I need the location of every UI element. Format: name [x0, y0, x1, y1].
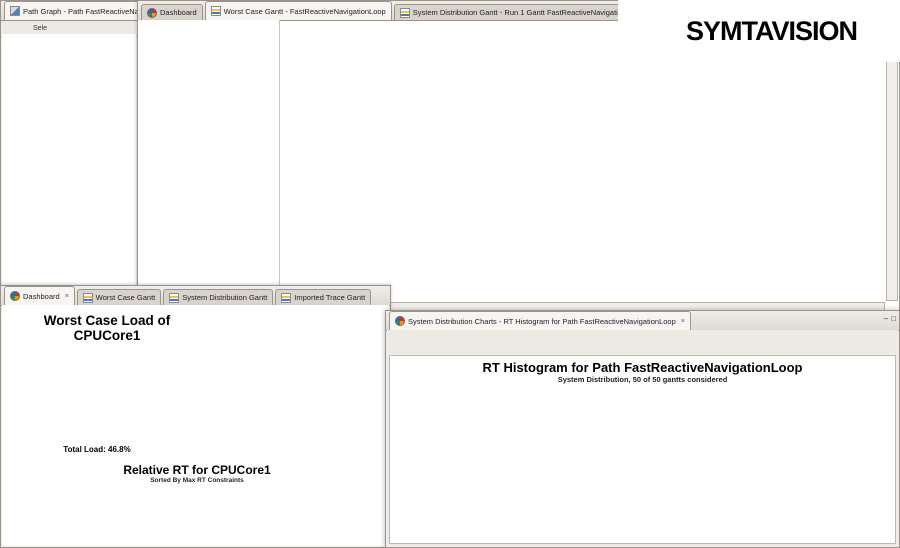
bar-chart-title: Relative RT for CPUCore1: [2, 463, 389, 477]
graph-icon: [10, 6, 20, 16]
gantt-tab-1[interactable]: Worst Case Gantt - FastReactiveNavigatio…: [205, 1, 392, 20]
gantt-chart: [279, 20, 889, 301]
rt-histogram-chart-area: RT Histogram for Path FastReactiveNaviga…: [389, 355, 896, 544]
symtavision-logo-icon: [626, 4, 680, 58]
gantt-tab-0[interactable]: Dashboard: [141, 4, 203, 20]
relative-rt-bar-chart: [6, 485, 389, 546]
histogram-subtitle: System Distribution, 50 of 50 gantts con…: [390, 375, 895, 384]
dashboard-tab-label: Imported Trace Gantt: [294, 293, 365, 302]
application-window: Path Graph - Path FastReactiveNav×Task G…: [0, 0, 900, 548]
close-icon[interactable]: ×: [65, 293, 69, 300]
dashboard-content: Worst Case Load of CPUCore1 Total Load: …: [2, 305, 389, 546]
dashboard-tab-1[interactable]: Worst Case Gantt: [77, 289, 161, 305]
total-load-label: Total Load: 46.8%: [32, 445, 162, 454]
dashboard-icon: [395, 316, 405, 326]
bar-chart-subtitle: Sorted By Max RT Constraints: [2, 477, 389, 484]
dashboard-icon: [147, 8, 157, 18]
rt-histogram-plot: [392, 384, 896, 544]
minimize-icon[interactable]: –: [884, 314, 888, 323]
gantt-icon: [281, 293, 291, 303]
gantt-icon: [211, 6, 221, 16]
distribution-charts-tabrow: System Distribution Charts - RT Histogra…: [386, 311, 899, 331]
histogram-title: RT Histogram for Path FastReactiveNaviga…: [390, 360, 895, 375]
symtavision-logo: SYMTAVISION: [618, 0, 900, 62]
dashboard-tab-2[interactable]: System Distribution Gantt: [163, 289, 273, 305]
dashboard-tab-3[interactable]: Imported Trace Gantt: [275, 289, 371, 305]
restore-icon[interactable]: □: [891, 314, 896, 323]
distribution-charts-panel: System Distribution Charts - RT Histogra…: [385, 310, 900, 548]
dashboard-icon: [10, 291, 20, 301]
gantt-task-descriptions: [138, 20, 280, 300]
dashboard-tab-0[interactable]: Dashboard ×: [4, 286, 75, 305]
close-icon[interactable]: ×: [681, 318, 685, 325]
gantt-icon: [169, 293, 179, 303]
path-tab-0[interactable]: Path Graph - Path FastReactiveNav×: [4, 1, 137, 20]
gantt-vertical-scrollbar[interactable]: [886, 20, 898, 301]
chart-toolbar: [387, 330, 898, 353]
dist-charts-tab-label: System Distribution Charts - RT Histogra…: [408, 317, 676, 326]
path-graph-canvas: [2, 34, 136, 288]
gantt-icon: [400, 8, 410, 18]
dashboard-tab-label: Worst Case Gantt: [96, 293, 155, 302]
dashboard-tab-label: System Distribution Gantt: [182, 293, 267, 302]
logo-text-vision: VISION: [772, 16, 858, 46]
gantt-icon: [83, 293, 93, 303]
gantt-tab-label: Dashboard: [160, 8, 197, 17]
dashboard-tab-label: Dashboard: [23, 292, 60, 301]
select-mode-label[interactable]: Sele: [33, 25, 47, 32]
logo-text-symta: SYMTA: [686, 16, 772, 46]
dist-charts-tab-0[interactable]: System Distribution Charts - RT Histogra…: [389, 311, 691, 330]
path-tab-label: Path Graph - Path FastReactiveNav: [23, 7, 137, 16]
path-graph-panel: Path Graph - Path FastReactiveNav×Task G…: [0, 0, 138, 290]
path-graph-tabrow: Path Graph - Path FastReactiveNav×Task G…: [1, 1, 137, 21]
dashboard-tabrow: Dashboard × Worst Case Gantt System Distrib…: [1, 286, 390, 306]
cpu-load-pie-chart: [6, 327, 201, 457]
dashboard-panel: Dashboard × Worst Case Gantt System Distrib…: [0, 285, 391, 548]
gantt-tab-label: Worst Case Gantt - FastReactiveNavigatio…: [224, 7, 386, 16]
